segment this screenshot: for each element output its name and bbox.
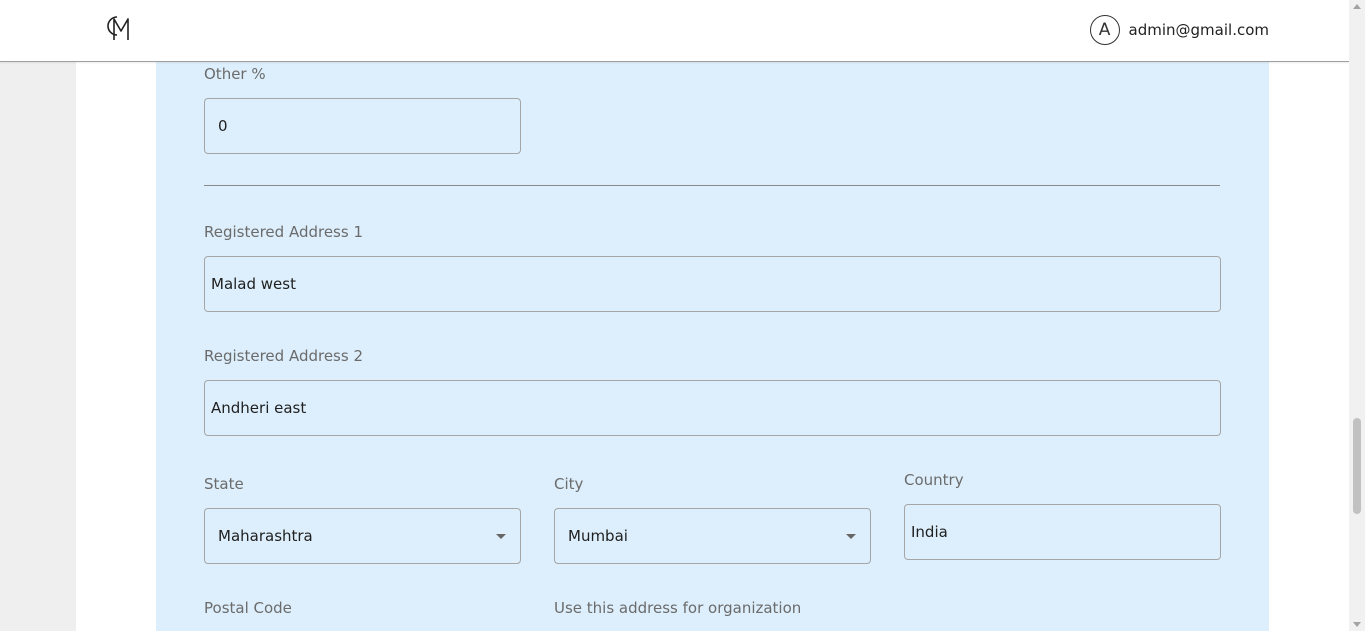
- chevron-down-icon: [846, 534, 856, 539]
- use-address-label: Use this address for organization: [554, 599, 802, 617]
- user-email: admin@gmail.com: [1128, 21, 1269, 39]
- city-value: Mumbai: [568, 527, 628, 545]
- address1-label: Registered Address 1: [204, 223, 363, 241]
- scrollbar-thumb[interactable]: [1353, 418, 1361, 514]
- avatar-letter: A: [1098, 20, 1111, 40]
- other-percent-label: Other %: [204, 65, 266, 83]
- country-value: India: [911, 523, 948, 541]
- user-menu[interactable]: A admin@gmail.com: [1089, 14, 1269, 46]
- address2-value: Andheri east: [211, 399, 307, 417]
- other-percent-value: 0: [218, 117, 228, 135]
- cm-logo-icon[interactable]: [104, 13, 134, 43]
- address2-label: Registered Address 2: [204, 347, 363, 365]
- state-label: State: [204, 475, 244, 493]
- address1-value: Malad west: [211, 275, 296, 293]
- chevron-down-icon: [496, 534, 506, 539]
- page-content: Other % 0 Registered Address 1 Malad wes…: [76, 62, 1349, 631]
- other-percent-input[interactable]: 0: [204, 98, 521, 154]
- avatar[interactable]: A: [1089, 15, 1120, 45]
- city-select[interactable]: Mumbai: [554, 508, 871, 564]
- city-label: City: [554, 475, 584, 493]
- country-label: Country: [904, 471, 964, 489]
- postal-code-label: Postal Code: [204, 599, 292, 617]
- scroll-up-icon[interactable]: [1353, 4, 1361, 9]
- state-value: Maharashtra: [218, 527, 313, 545]
- section-divider: [204, 185, 1220, 186]
- address2-input[interactable]: Andheri east: [204, 380, 1221, 436]
- state-select[interactable]: Maharashtra: [204, 508, 521, 564]
- top-navbar: A admin@gmail.com: [0, 0, 1349, 62]
- scroll-down-icon[interactable]: [1353, 622, 1361, 627]
- address1-input[interactable]: Malad west: [204, 256, 1221, 312]
- country-input[interactable]: India: [904, 504, 1221, 560]
- vertical-scrollbar[interactable]: [1349, 0, 1365, 631]
- organization-form-card: Other % 0 Registered Address 1 Malad wes…: [156, 62, 1269, 631]
